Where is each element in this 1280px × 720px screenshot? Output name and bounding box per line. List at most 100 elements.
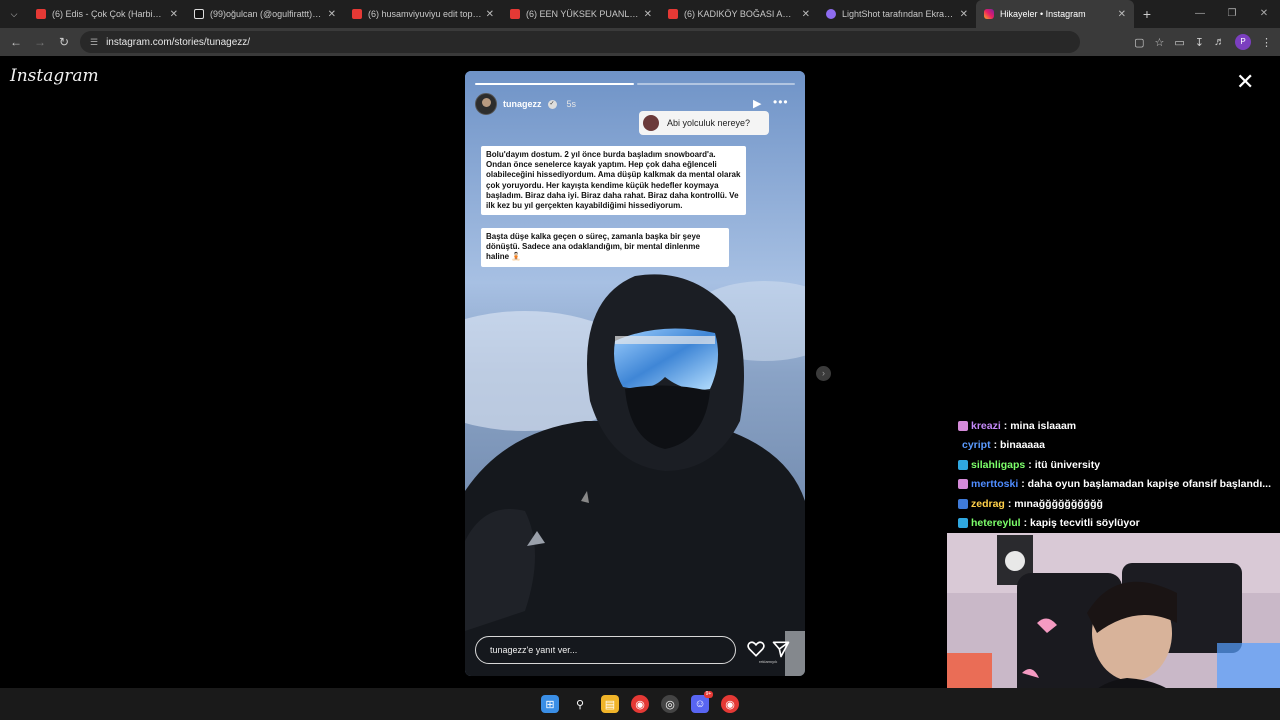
extensions-icon[interactable]: ▭: [1174, 36, 1184, 49]
tab-close-icon[interactable]: ✕: [328, 9, 336, 20]
question-avatar: [643, 115, 659, 131]
progress-fill: [475, 83, 634, 85]
chat-username: cyript: [962, 439, 991, 452]
browser-tab[interactable]: (99)oğulcan (@ogulfirattt) | Tik ✕: [186, 0, 344, 28]
media-icon[interactable]: ♬: [1214, 36, 1225, 48]
browser-tab[interactable]: (6) KADIKÖY BOĞASI ADANA YI ✕: [660, 0, 818, 28]
browser-tab-bar: ⌵ (6) Edis - Çok Çok (Harbiye Kon✕(99)oğ…: [0, 0, 1280, 28]
chat-text: : kapiş tecvitli söylüyor: [1023, 517, 1140, 530]
chat-text: : mina islaaam: [1003, 419, 1077, 432]
chrome-icon[interactable]: ◉: [631, 695, 649, 713]
search-icon[interactable]: ⚲: [571, 695, 589, 713]
tab-close-icon[interactable]: ✕: [802, 9, 810, 20]
chat-badge-icon: [958, 420, 968, 431]
story-caption-1: Bolu'dayım dostum. 2 yıl önce burda başl…: [481, 146, 746, 216]
instagram-icon: [984, 9, 994, 19]
toolbar-actions: ▢ ☆ ▭ ↧ ♬ P ⋮: [1134, 28, 1272, 56]
chat-message: zedrag: mınağğğğğğğğğğ: [958, 494, 1278, 514]
reload-icon[interactable]: ↻: [52, 35, 76, 49]
close-icon[interactable]: ✕: [1236, 71, 1254, 93]
story-avatar[interactable]: [475, 93, 497, 115]
screen: ⌵ (6) Edis - Çok Çok (Harbiye Kon✕(99)oğ…: [0, 0, 1280, 720]
send-caption: reklamıyık: [759, 659, 778, 664]
bookmark-star-icon[interactable]: ☆: [1155, 36, 1165, 49]
youtube-icon: [510, 9, 520, 19]
verified-badge-icon: ✓: [547, 99, 557, 109]
back-icon[interactable]: ←: [4, 35, 28, 49]
next-story-chevron-icon[interactable]: ›: [816, 366, 831, 381]
window-controls: — ❐ ✕: [1184, 0, 1280, 28]
chat-username: hetereylul: [971, 517, 1021, 530]
question-text: Abi yolculuk nereye?: [667, 118, 751, 128]
tab-close-icon[interactable]: ✕: [644, 9, 652, 20]
address-bar[interactable]: ☰ instagram.com/stories/tunagezz/: [80, 31, 1080, 53]
chat-badge-icon: [958, 518, 968, 529]
tab-title: (99)oğulcan (@ogulfirattt) | Tik: [210, 9, 324, 19]
discord-icon[interactable]: ☺ 9+: [691, 691, 713, 713]
menu-icon[interactable]: ⋮: [1261, 36, 1272, 49]
obs-icon[interactable]: ◎: [661, 695, 679, 713]
story-progress-bar: [475, 83, 795, 85]
browser-tab[interactable]: (6) EEN YÜKSEK PUANLI RESTO ✕: [502, 0, 660, 28]
chrome-icon[interactable]: ◉: [721, 695, 739, 713]
more-options-icon[interactable]: •••: [773, 95, 789, 109]
new-tab-button[interactable]: +: [1134, 6, 1160, 22]
site-info-icon[interactable]: ☰: [90, 37, 98, 48]
profile-avatar[interactable]: P: [1235, 34, 1251, 50]
browser-tab[interactable]: Hikayeler • Instagram ✕: [976, 0, 1134, 28]
file-explorer-icon[interactable]: ▤: [601, 695, 619, 713]
chat-text: : daha oyun başlamadan kapişe ofansif ba…: [1021, 478, 1271, 491]
download-icon[interactable]: ↧: [1195, 36, 1204, 49]
forward-icon[interactable]: →: [28, 35, 52, 49]
notification-badge: 9+: [704, 691, 713, 698]
tiktok-icon: [194, 9, 204, 19]
story-header: tunagezz ✓ 5s: [475, 93, 576, 115]
play-icon[interactable]: ▶: [753, 97, 761, 110]
maximize-icon[interactable]: ❐: [1216, 0, 1248, 28]
reply-input[interactable]: tunagezz'e yanıt ver...: [475, 636, 736, 664]
stream-chat: kreazi: mina islaaam cyript: binaaaaa sila…: [958, 416, 1278, 533]
lightshot-icon: [826, 9, 836, 19]
youtube-icon: [668, 9, 678, 19]
chat-message: kreazi: mina islaaam: [958, 416, 1278, 436]
tab-strip: (6) Edis - Çok Çok (Harbiye Kon✕(99)oğul…: [28, 0, 1134, 28]
progress-segment: [475, 83, 634, 85]
minimize-icon[interactable]: —: [1184, 0, 1216, 28]
chat-message: merttoski: daha oyun başlamadan kapişe o…: [958, 475, 1278, 495]
chat-username: zedrag: [971, 497, 1005, 510]
close-window-icon[interactable]: ✕: [1248, 0, 1280, 28]
instagram-logo[interactable]: Instagram: [10, 66, 99, 86]
heart-icon[interactable]: [746, 639, 766, 659]
browser-tab[interactable]: LightShot tarafından Ekran Gör ✕: [818, 0, 976, 28]
chat-badge-icon: [958, 459, 968, 470]
tab-title: (6) husamviyuviyu edit toplantı: [368, 9, 482, 19]
tab-title: (6) Edis - Çok Çok (Harbiye Kon: [52, 9, 166, 19]
tab-close-icon[interactable]: ✕: [486, 9, 494, 20]
progress-segment: [636, 83, 795, 85]
chat-username: merttoski: [971, 478, 1019, 491]
story-viewer[interactable]: tunagezz ✓ 5s ▶ ••• Abi yolculuk nereye?…: [465, 71, 805, 676]
chat-username: kreazi: [971, 419, 1001, 432]
windows-taskbar: ⊞ ⚲ ▤ ◉ ◎ ☺ 9+ ◉: [0, 688, 1280, 720]
story-username[interactable]: tunagezz: [503, 99, 542, 109]
tab-close-icon[interactable]: ✕: [170, 9, 178, 20]
send-icon[interactable]: [771, 639, 791, 659]
browser-tab[interactable]: (6) husamviyuviyu edit toplantı ✕: [344, 0, 502, 28]
chat-text: : mınağğğğğğğğğğ: [1007, 497, 1103, 510]
tab-title: (6) KADIKÖY BOĞASI ADANA YI: [684, 9, 798, 19]
url-text: instagram.com/stories/tunagezz/: [106, 36, 251, 48]
chat-text: : binaaaaa: [993, 439, 1045, 452]
story-time: 5s: [566, 99, 577, 109]
youtube-icon: [352, 9, 362, 19]
cast-icon[interactable]: ▢: [1134, 36, 1144, 49]
browser-tab[interactable]: (6) Edis - Çok Çok (Harbiye Kon ✕: [28, 0, 186, 28]
chat-text: : itü üniversity: [1028, 458, 1101, 471]
tab-title: LightShot tarafından Ekran Gör: [842, 9, 956, 19]
tab-search-icon[interactable]: ⌵: [0, 0, 28, 28]
tab-close-icon[interactable]: ✕: [1118, 9, 1126, 20]
tab-close-icon[interactable]: ✕: [960, 9, 968, 20]
chat-message: hetereylul: kapiş tecvitli söylüyor: [958, 514, 1278, 534]
windows-start-icon[interactable]: ⊞: [541, 695, 559, 713]
chat-message: cyript: binaaaaa: [958, 436, 1278, 456]
chat-message: silahligaps: itü üniversity: [958, 455, 1278, 475]
